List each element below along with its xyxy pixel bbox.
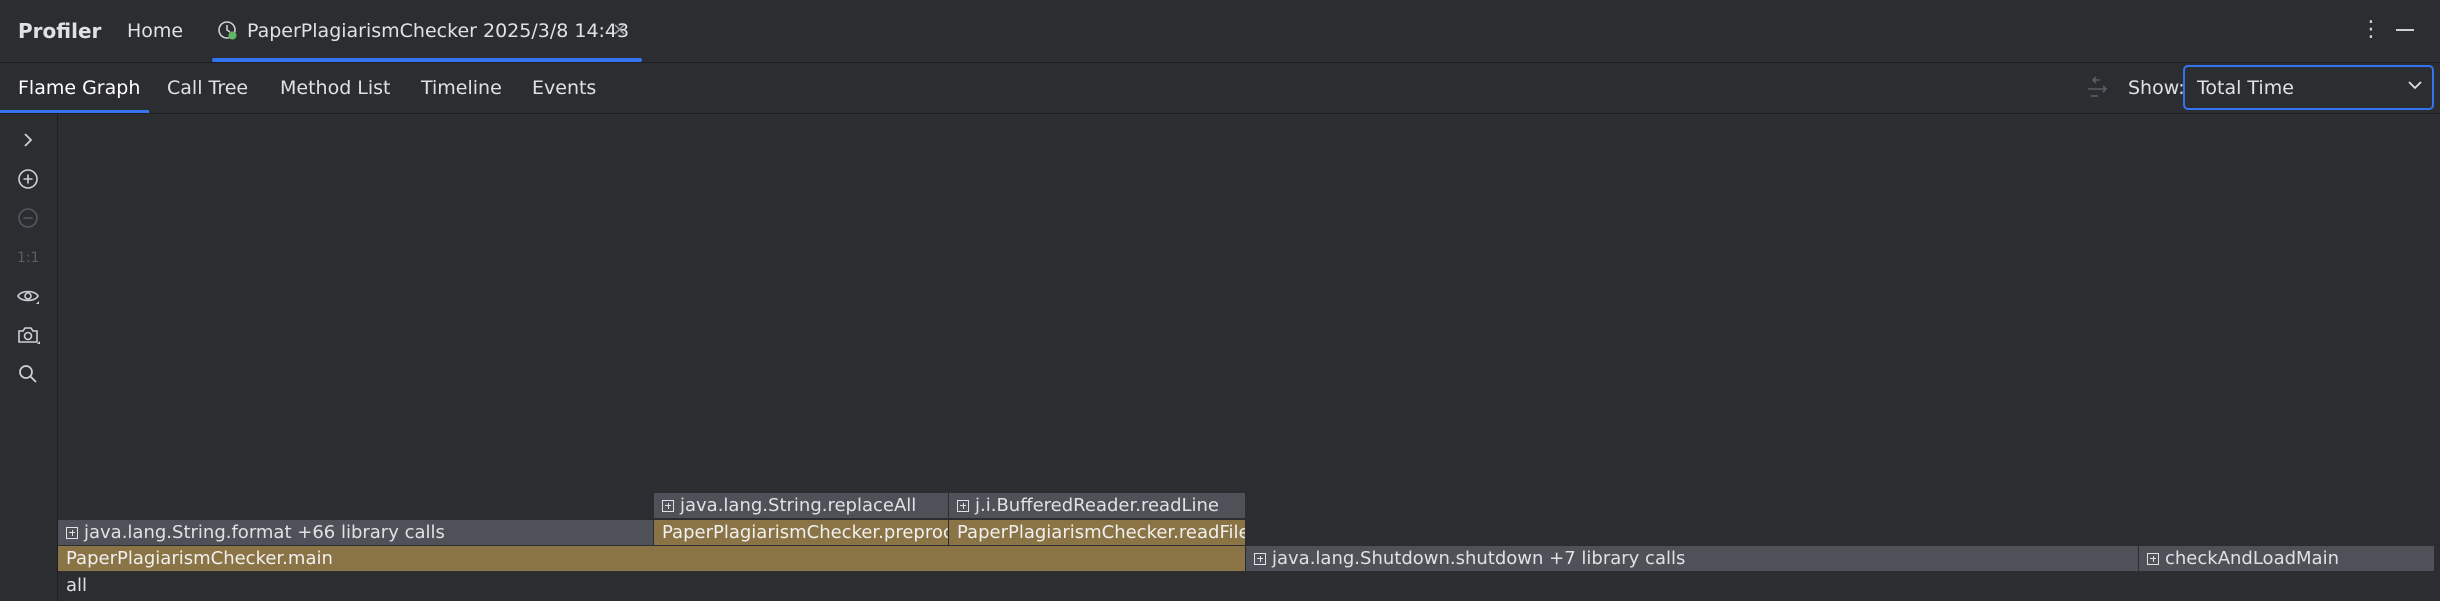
flame-frame[interactable]: PaperPlagiarismChecker.readFile (949, 520, 1246, 545)
search-icon[interactable] (16, 362, 40, 386)
tab-timeline[interactable]: Timeline (421, 77, 502, 99)
frame-label: checkAndLoadMain (2165, 548, 2339, 569)
flame-frame-root[interactable]: all (58, 573, 2436, 598)
eye-icon[interactable] (16, 284, 40, 308)
more-options-icon[interactable]: ⋮ (2360, 17, 2382, 42)
tab-home[interactable]: Home (127, 20, 183, 42)
show-label: Show: (2128, 77, 2185, 99)
profiler-clock-icon (218, 21, 237, 40)
view-toolbar: Flame Graph Call Tree Method List Timeli… (0, 63, 2440, 114)
compare-icon[interactable] (2084, 76, 2112, 100)
zoom-in-icon[interactable] (16, 167, 40, 191)
close-tab-icon[interactable]: × (612, 19, 627, 40)
frame-label: PaperPlagiarismChecker.preprocess (662, 522, 948, 543)
expand-icon[interactable] (66, 527, 78, 539)
flame-frame[interactable]: java.lang.String.format +66 library call… (58, 520, 654, 545)
frame-label: java.lang.String.format +66 library call… (84, 522, 445, 543)
expand-icon[interactable] (1254, 553, 1266, 565)
flame-frame[interactable]: PaperPlagiarismChecker.main (58, 546, 1246, 571)
expand-icon[interactable] (2147, 553, 2159, 565)
flame-frame[interactable]: checkAndLoadMain (2139, 546, 2435, 571)
left-toolbar: 1:1 (0, 114, 58, 601)
show-select-value: Total Time (2197, 77, 2294, 99)
title-bar: Profiler Home PaperPlagiarismChecker 202… (0, 0, 2440, 63)
tab-call-tree[interactable]: Call Tree (167, 77, 248, 99)
frame-label: PaperPlagiarismChecker.main (66, 548, 333, 569)
frame-label: java.lang.String.replaceAll (680, 495, 917, 516)
tab-flame-graph[interactable]: Flame Graph (18, 77, 140, 99)
frame-label: PaperPlagiarismChecker.readFile (957, 522, 1246, 543)
tab-session-label: PaperPlagiarismChecker 2025/3/8 14:43 (247, 20, 630, 42)
flame-frame[interactable]: j.i.BufferedReader.readLine (949, 493, 1246, 518)
show-select[interactable]: Total Time (2183, 65, 2434, 110)
actual-size-button: 1:1 (17, 250, 40, 266)
tab-events[interactable]: Events (532, 77, 596, 99)
expand-icon[interactable] (662, 500, 674, 512)
flame-frame[interactable]: java.lang.String.replaceAll (654, 493, 949, 518)
tab-method-list[interactable]: Method List (280, 77, 391, 99)
minimize-icon[interactable] (2396, 29, 2414, 31)
zoom-out-icon (18, 208, 38, 228)
frame-label: all (66, 575, 88, 596)
app-title: Profiler (18, 19, 102, 43)
active-tab-indicator (212, 58, 642, 62)
active-view-indicator (0, 110, 149, 113)
expand-icon[interactable] (957, 500, 969, 512)
chevron-right-icon[interactable] (16, 128, 40, 152)
chevron-down-icon (2408, 81, 2422, 90)
flame-frame[interactable]: java.lang.Shutdown.shutdown +7 library c… (1246, 546, 2139, 571)
frame-label: java.lang.Shutdown.shutdown +7 library c… (1272, 548, 1686, 569)
tab-profiler-session[interactable]: PaperPlagiarismChecker 2025/3/8 14:43 × (212, 0, 642, 62)
camera-icon[interactable] (16, 323, 40, 347)
frame-label: j.i.BufferedReader.readLine (975, 495, 1220, 516)
flame-frame[interactable]: PaperPlagiarismChecker.preprocess (654, 520, 949, 545)
flame-graph-canvas[interactable]: java.lang.String.replaceAll j.i.Buffered… (58, 114, 2440, 601)
